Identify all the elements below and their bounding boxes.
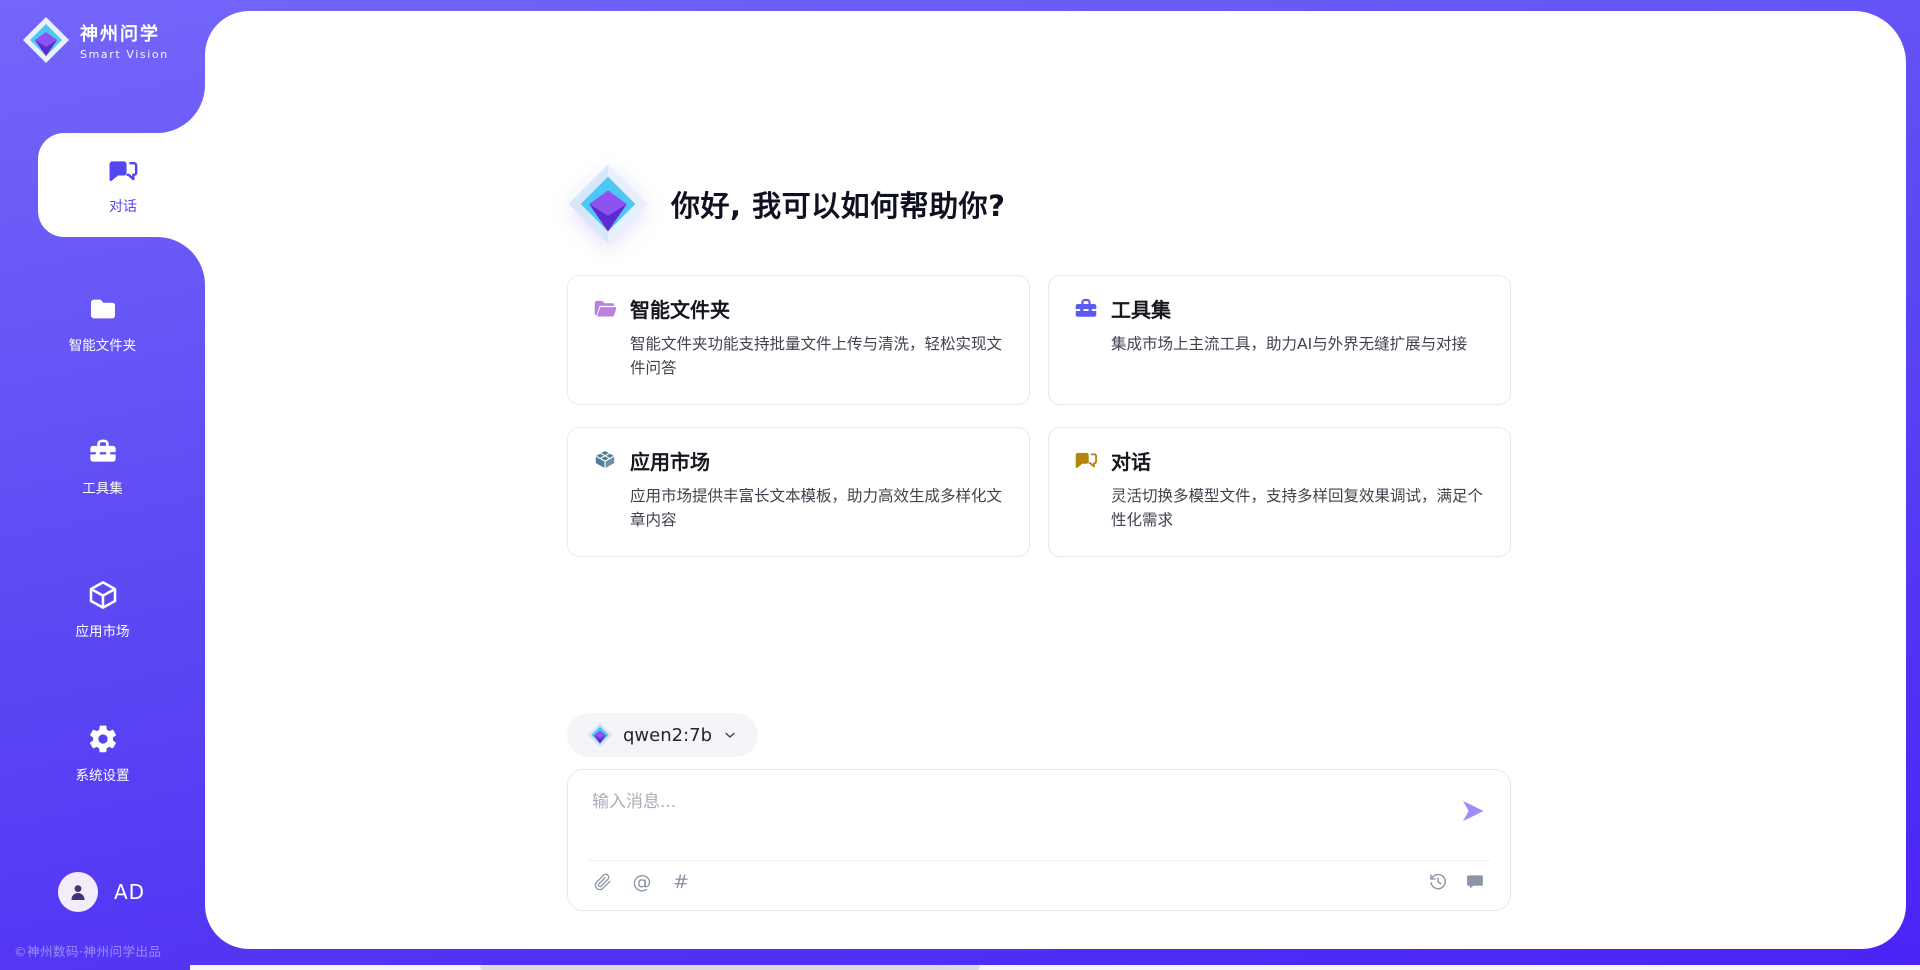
brand: 神州问学 Smart Vision xyxy=(22,16,169,64)
brand-logo-icon xyxy=(22,16,70,64)
greeting-block: 你好, 我可以如何帮助你? xyxy=(567,163,1005,245)
history-icon xyxy=(1428,872,1448,892)
card-desc: 集成市场上主流工具，助力AI与外界无缝扩展与对接 xyxy=(1111,332,1486,356)
sidebar-item-smart-folder[interactable]: 智能文件夹 xyxy=(0,293,205,354)
active-tab-corner-bottom xyxy=(157,237,205,285)
model-selector[interactable]: qwen2:7b xyxy=(567,713,758,757)
sidebar-footer: ©神州数码·神州问学出品 xyxy=(14,941,161,960)
paperclip-icon xyxy=(593,872,613,892)
app: { "brand": { "name": "神州问学", "subtitle":… xyxy=(0,0,1920,970)
model-name: qwen2:7b xyxy=(623,725,712,746)
card-desc: 智能文件夹功能支持批量文件上传与清洗，轻松实现文件问答 xyxy=(630,332,1005,380)
send-button[interactable] xyxy=(1458,797,1488,827)
chat-bubble-icon xyxy=(1465,872,1485,892)
greeting-title: 你好, 我可以如何帮助你? xyxy=(671,183,1005,225)
send-icon xyxy=(1459,797,1487,825)
model-logo-icon xyxy=(587,722,613,748)
sidebar-item-label: 工具集 xyxy=(82,477,123,497)
sidebar-item-settings[interactable]: 系统设置 xyxy=(0,723,205,784)
sidebar-item-chat[interactable]: 对话 xyxy=(38,133,208,237)
attach-button[interactable] xyxy=(592,871,614,893)
card-title: 应用市场 xyxy=(630,446,710,475)
folder-open-icon xyxy=(592,296,618,322)
card-desc: 应用市场提供丰富长文本模板，助力高效生成多样化文章内容 xyxy=(630,484,1005,532)
brand-subtitle: Smart Vision xyxy=(80,48,169,61)
at-icon: @ xyxy=(633,871,652,893)
sidebar-item-label: 对话 xyxy=(109,196,137,216)
hash-icon: # xyxy=(673,871,689,893)
feature-cards: 智能文件夹 智能文件夹功能支持批量文件上传与清洗，轻松实现文件问答 xyxy=(567,275,1511,557)
card-app-market[interactable]: 应用市场 应用市场提供丰富长文本模板，助力高效生成多样化文章内容 xyxy=(567,427,1030,557)
sidebar-item-label: 系统设置 xyxy=(76,764,130,784)
mention-button[interactable]: @ xyxy=(631,871,653,893)
sidebar: 神州问学 Smart Vision 对话 智能文件夹 xyxy=(0,0,205,970)
horizontal-scrollbar[interactable] xyxy=(190,965,1920,970)
avatar xyxy=(58,872,98,912)
sidebar-item-app-market[interactable]: 应用市场 xyxy=(0,579,205,640)
sidebar-item-toolset[interactable]: 工具集 xyxy=(0,436,205,497)
sidebar-item-label: 应用市场 xyxy=(76,620,130,640)
brand-name: 神州问学 xyxy=(80,20,169,46)
composer-divider xyxy=(588,860,1490,861)
card-chat[interactable]: 对话 灵活切换多模型文件，支持多样回复效果调试，满足个性化需求 xyxy=(1048,427,1511,557)
active-tab-corner-top xyxy=(157,85,205,133)
chevron-down-icon xyxy=(722,727,738,743)
card-title: 智能文件夹 xyxy=(630,294,730,323)
message-input[interactable] xyxy=(592,787,1430,845)
user-icon xyxy=(66,880,90,904)
chat-icon xyxy=(1073,448,1099,474)
cube-icon xyxy=(87,579,119,611)
folder-icon xyxy=(87,293,119,325)
topic-button[interactable]: # xyxy=(670,871,692,893)
card-title: 工具集 xyxy=(1111,294,1171,323)
chat-icon xyxy=(106,155,140,189)
sidebar-item-label: 智能文件夹 xyxy=(69,334,137,354)
card-title: 对话 xyxy=(1111,446,1151,475)
gear-icon xyxy=(87,723,119,755)
toolbox-icon xyxy=(1073,296,1099,322)
new-chat-button[interactable] xyxy=(1464,871,1486,893)
brand-logo-icon xyxy=(567,163,649,245)
toolbox-icon xyxy=(87,436,119,468)
message-composer: @ # xyxy=(567,769,1511,911)
card-toolset[interactable]: 工具集 集成市场上主流工具，助力AI与外界无缝扩展与对接 xyxy=(1048,275,1511,405)
main-panel: 你好, 我可以如何帮助你? 智能文件夹 智能文件夹功能支持批量文件上传与清洗，轻… xyxy=(205,11,1906,949)
card-desc: 灵活切换多模型文件，支持多样回复效果调试，满足个性化需求 xyxy=(1111,484,1486,532)
history-button[interactable] xyxy=(1427,871,1449,893)
scrollbar-thumb[interactable] xyxy=(480,965,980,970)
card-smart-folder[interactable]: 智能文件夹 智能文件夹功能支持批量文件上传与清洗，轻松实现文件问答 xyxy=(567,275,1030,405)
cube-grid-icon xyxy=(592,448,618,474)
user-initials: AD xyxy=(114,880,145,904)
user-profile[interactable]: AD xyxy=(58,872,145,912)
